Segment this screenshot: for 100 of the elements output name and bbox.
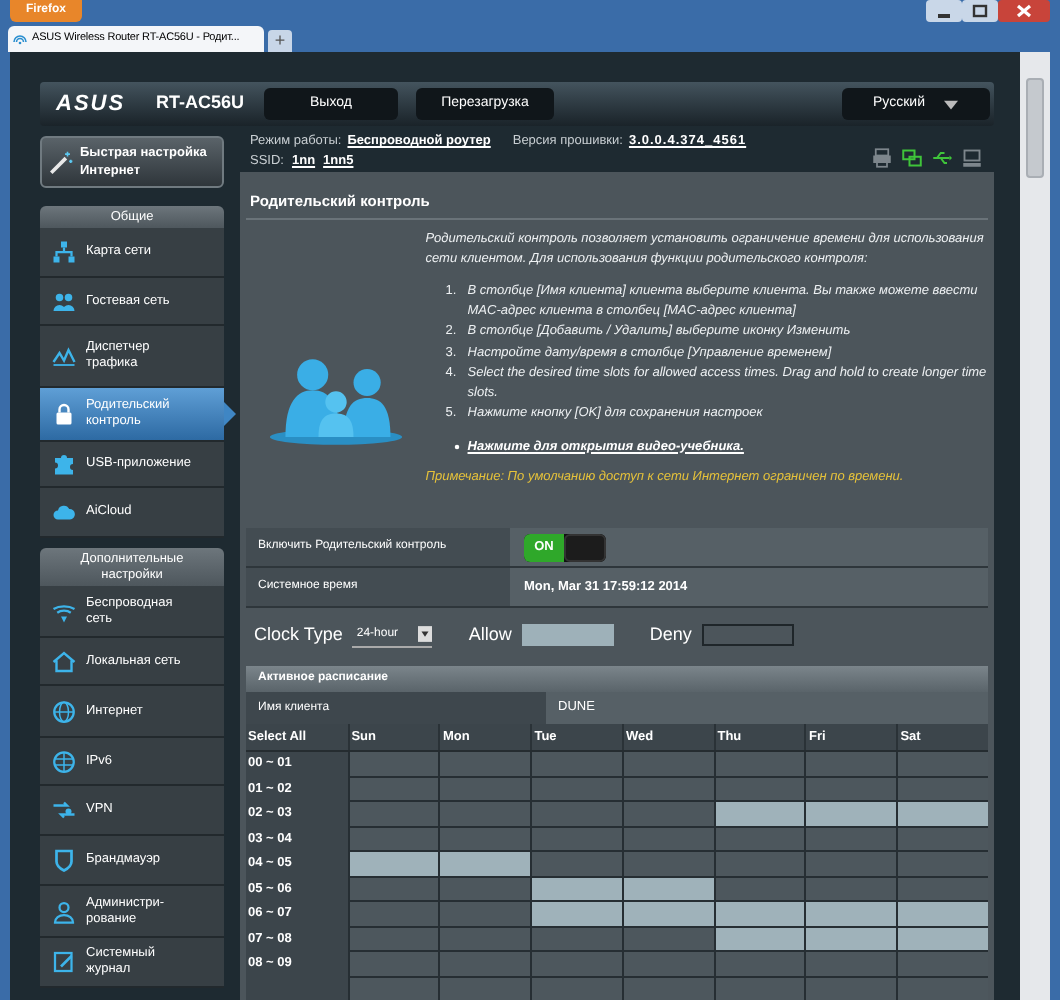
schedule-cell[interactable] <box>713 777 805 802</box>
schedule-cell[interactable] <box>621 852 714 877</box>
schedule-cell[interactable] <box>347 752 439 777</box>
schedule-cell[interactable] <box>530 902 622 927</box>
schedule-cell[interactable] <box>438 952 531 977</box>
schedule-cell[interactable] <box>804 852 897 877</box>
people-icon <box>52 289 76 313</box>
schedule-cell[interactable] <box>804 952 897 977</box>
puzzle-icon <box>52 452 76 476</box>
schedule-cell[interactable] <box>621 752 714 777</box>
shield-icon <box>52 848 76 872</box>
schedule-cell[interactable] <box>804 877 897 902</box>
schedule-cell[interactable] <box>713 852 805 877</box>
schedule-cell[interactable] <box>347 802 439 827</box>
new-tab-button[interactable]: + <box>268 30 292 52</box>
schedule-cell[interactable] <box>347 927 439 952</box>
schedule-cell[interactable] <box>804 977 897 1000</box>
magic-wand-icon <box>48 149 74 175</box>
schedule-cell[interactable] <box>438 777 531 802</box>
schedule-cell[interactable] <box>530 877 622 902</box>
schedule-cell[interactable] <box>530 977 622 1000</box>
schedule-cell[interactable] <box>347 852 439 877</box>
schedule-cell[interactable] <box>530 802 622 827</box>
schedule-cell[interactable] <box>896 952 988 977</box>
deny-label: Deny <box>649 621 692 648</box>
schedule-cell[interactable] <box>621 952 714 977</box>
clock-type-label: Clock Type <box>254 621 343 648</box>
schedule-cell[interactable] <box>713 902 805 927</box>
schedule-cell[interactable] <box>347 877 439 902</box>
schedule-cell[interactable] <box>621 927 714 952</box>
schedule-cell[interactable] <box>713 802 805 827</box>
family-icon <box>265 353 406 445</box>
caret-icon <box>944 99 959 109</box>
deny-swatch <box>701 624 794 646</box>
schedule-cell[interactable] <box>896 852 988 877</box>
model-name: RT-AC56U <box>156 90 247 117</box>
allow-label: Allow <box>468 621 512 648</box>
house-icon <box>52 649 76 673</box>
schedule-cell[interactable] <box>804 752 897 777</box>
schedule-cell[interactable] <box>438 902 531 927</box>
schedule-cell[interactable] <box>621 877 714 902</box>
schedule-cell[interactable] <box>621 802 714 827</box>
schedule-cell[interactable] <box>438 827 531 852</box>
schedule-cell[interactable] <box>804 927 897 952</box>
globe-icon <box>52 749 76 773</box>
schedule-cell[interactable] <box>347 777 439 802</box>
schedule-cell[interactable] <box>896 777 988 802</box>
schedule-cell[interactable] <box>896 927 988 952</box>
schedule-cell[interactable] <box>347 827 439 852</box>
schedule-cell[interactable] <box>438 752 531 777</box>
notepad-icon <box>52 950 76 974</box>
schedule-cell[interactable] <box>896 877 988 902</box>
schedule-cell[interactable] <box>530 952 622 977</box>
minimize-icon[interactable] <box>926 0 962 22</box>
chart-icon <box>52 344 76 368</box>
vpn-icon <box>52 798 76 822</box>
scrollbar[interactable] <box>1020 52 1050 1000</box>
schedule-cell[interactable] <box>530 827 622 852</box>
schedule-cell[interactable] <box>438 802 531 827</box>
schedule-cell[interactable] <box>530 927 622 952</box>
schedule-cell[interactable] <box>438 852 531 877</box>
maximize-icon[interactable] <box>962 0 998 22</box>
allow-swatch <box>521 624 614 646</box>
close-icon[interactable] <box>998 0 1050 22</box>
schedule-cell[interactable] <box>621 902 714 927</box>
schedule-cell[interactable] <box>438 927 531 952</box>
schedule-cell[interactable] <box>896 902 988 927</box>
lock-icon <box>52 402 76 426</box>
wifi-icon <box>52 599 76 623</box>
schedule-cell[interactable] <box>347 952 439 977</box>
scrollbar-thumb[interactable] <box>1026 78 1044 178</box>
schedule-cell[interactable] <box>804 902 897 927</box>
schedule-cell[interactable] <box>804 802 897 827</box>
schedule-cell[interactable] <box>713 952 805 977</box>
schedule-cell[interactable] <box>438 877 531 902</box>
schedule-cell[interactable] <box>530 752 622 777</box>
asus-logo: ASUS <box>56 89 128 120</box>
schedule-cell[interactable] <box>621 827 714 852</box>
schedule-cell[interactable] <box>713 927 805 952</box>
schedule-cell[interactable] <box>804 827 897 852</box>
globe-icon <box>52 699 76 723</box>
pointer-icon <box>224 402 236 426</box>
caret-icon <box>418 626 433 642</box>
schedule-cell[interactable] <box>621 777 714 802</box>
hour-label-cell <box>246 977 348 1000</box>
schedule-cell[interactable] <box>713 752 805 777</box>
schedule-cell[interactable] <box>438 977 531 1000</box>
schedule-cell[interactable] <box>896 827 988 852</box>
schedule-cell[interactable] <box>896 802 988 827</box>
schedule-cell[interactable] <box>896 752 988 777</box>
network-icon <box>52 240 76 264</box>
schedule-cell[interactable] <box>896 977 988 1000</box>
schedule-cell[interactable] <box>804 777 897 802</box>
cloud-icon <box>52 500 76 524</box>
schedule-cell[interactable] <box>713 827 805 852</box>
person-icon <box>52 899 76 923</box>
schedule-cell[interactable] <box>713 877 805 902</box>
schedule-cell[interactable] <box>530 852 622 877</box>
schedule-cell[interactable] <box>530 777 622 802</box>
schedule-cell[interactable] <box>347 902 439 927</box>
